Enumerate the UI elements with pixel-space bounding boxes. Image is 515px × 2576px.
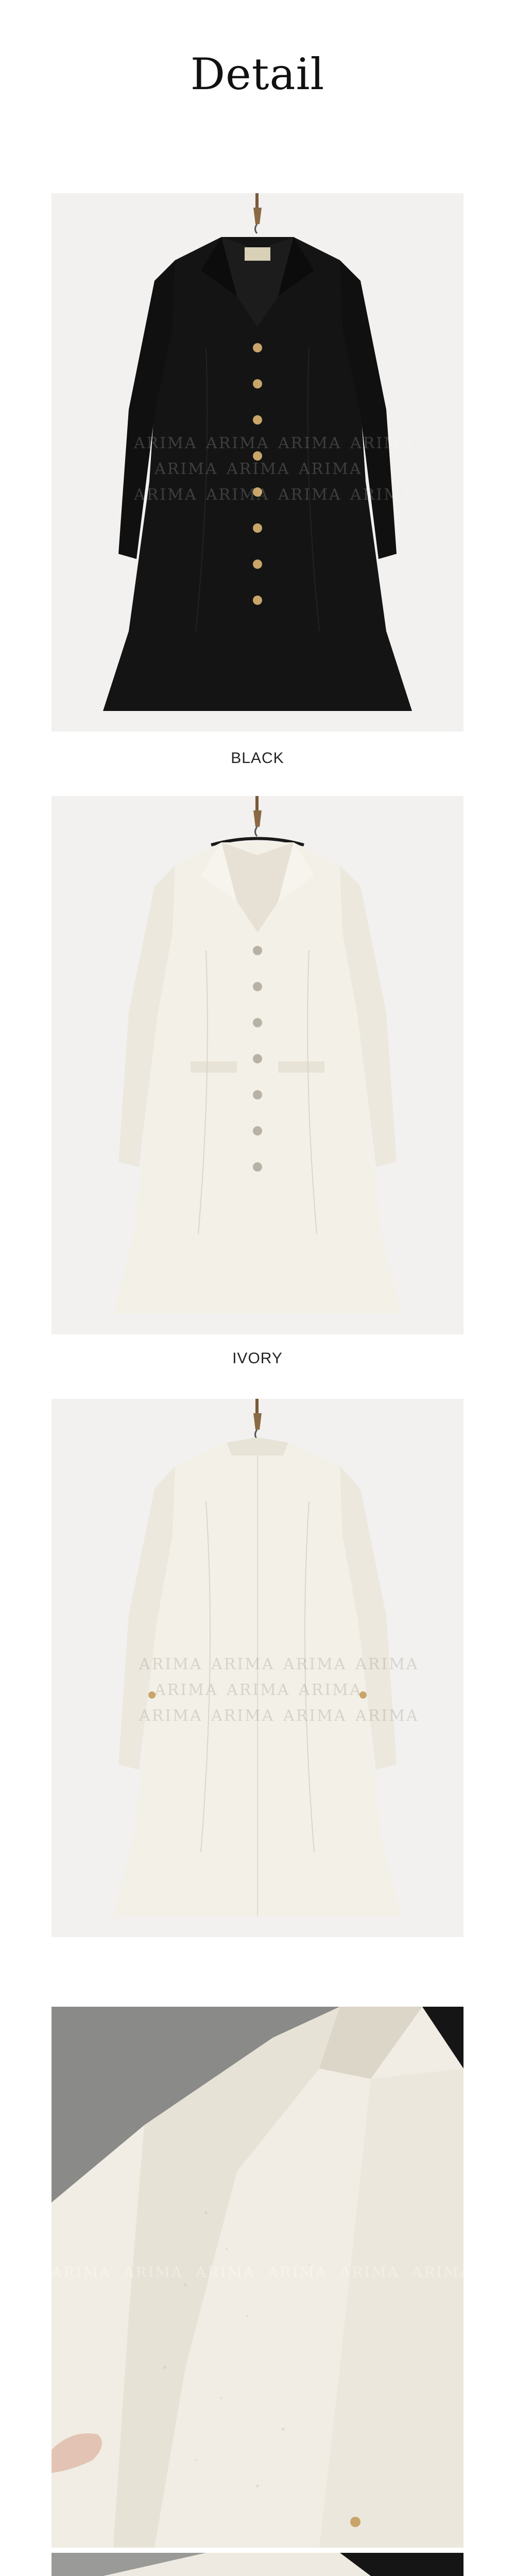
svg-text:ARIMA: ARIMA: [355, 1707, 419, 1725]
color-label-ivory: IVORY: [232, 1350, 283, 1367]
color-label-black: BLACK: [231, 750, 284, 767]
fabric-closeup-photo: ARIMA ARIMA ARIMA ARIMA ARIMA ARIMA: [52, 2007, 464, 2548]
product-photo-ivory-front: [52, 796, 464, 1334]
svg-text:ARIMA: ARIMA: [139, 1655, 203, 1673]
svg-text:ARIMA: ARIMA: [411, 2264, 464, 2281]
svg-text:ARIMA: ARIMA: [205, 486, 270, 504]
svg-text:ARIMA: ARIMA: [278, 486, 342, 504]
svg-text:ARIMA: ARIMA: [133, 486, 198, 504]
svg-text:ARIMA: ARIMA: [283, 1655, 347, 1673]
svg-text:ARIMA: ARIMA: [339, 2264, 400, 2281]
svg-text:ARIMA: ARIMA: [52, 2264, 111, 2281]
svg-text:ARIMA: ARIMA: [139, 1707, 203, 1725]
svg-text:ARIMA: ARIMA: [211, 1707, 275, 1725]
svg-text:ARIMA: ARIMA: [298, 1681, 363, 1699]
product-photo-black-front: ARIMA ARIMA ARIMA ARIMA ARIMA ARIMA ARIM…: [52, 193, 464, 732]
svg-text:ARIMA: ARIMA: [350, 486, 414, 504]
svg-text:ARIMA: ARIMA: [154, 460, 218, 478]
svg-text:ARIMA: ARIMA: [205, 434, 270, 452]
svg-text:ARIMA: ARIMA: [226, 1681, 290, 1699]
svg-text:ARIMA: ARIMA: [283, 1707, 347, 1725]
svg-text:ARIMA: ARIMA: [211, 1655, 275, 1673]
product-photo-ivory-back: ARIMA ARIMA ARIMA ARIMA ARIMA ARIMA ARIM…: [52, 1399, 464, 1937]
svg-text:ARIMA: ARIMA: [267, 2264, 328, 2281]
watermark-text: ARIMA: [133, 434, 198, 452]
svg-text:ARIMA: ARIMA: [355, 1655, 419, 1673]
next-detail-photo: [52, 2553, 464, 2576]
svg-text:ARIMA: ARIMA: [298, 460, 363, 478]
svg-text:ARIMA: ARIMA: [278, 434, 342, 452]
svg-text:ARIMA: ARIMA: [195, 2264, 255, 2281]
svg-text:ARIMA: ARIMA: [350, 434, 414, 452]
svg-text:ARIMA: ARIMA: [154, 1681, 218, 1699]
page-title: Detail: [190, 49, 325, 99]
svg-text:ARIMA: ARIMA: [123, 2264, 183, 2281]
svg-text:ARIMA: ARIMA: [226, 460, 290, 478]
